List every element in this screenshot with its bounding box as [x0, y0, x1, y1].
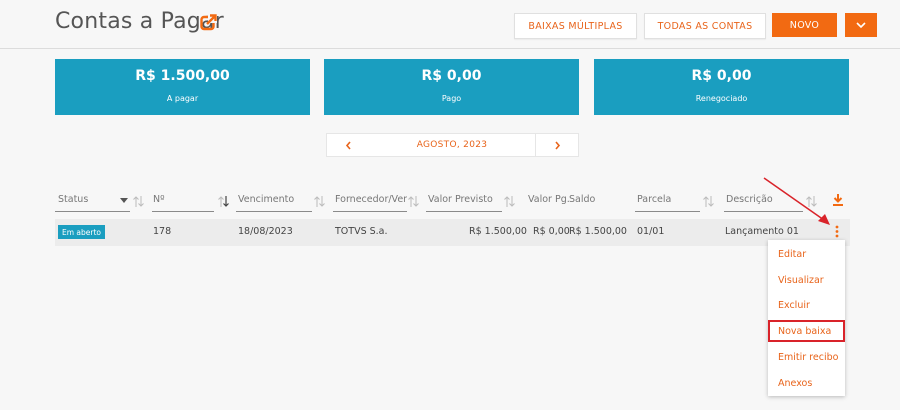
- column-header-vencimento[interactable]: Vencimento: [238, 194, 294, 205]
- sort-icon[interactable]: [503, 195, 516, 208]
- summary-label: Renegociado: [695, 94, 748, 103]
- column-header-valor-previsto[interactable]: Valor Previsto: [428, 194, 493, 205]
- sort-icon[interactable]: [702, 195, 715, 208]
- column-header-valor-pago[interactable]: Valor Pg.: [528, 194, 570, 205]
- summary-amount: R$ 1.500,00: [135, 68, 230, 84]
- cell-valor-previsto: R$ 1.500,00: [469, 226, 527, 237]
- summary-label: Pago: [441, 94, 462, 103]
- column-header-fornecedor[interactable]: Fornecedor/Vendedor: [335, 194, 407, 205]
- annotation-arrow: [763, 177, 830, 225]
- column-filter-underline: [236, 211, 312, 212]
- column-filter-underline: [426, 211, 502, 212]
- column-filter-underline: [333, 211, 407, 212]
- summary-label: A pagar: [166, 94, 199, 103]
- summary-amount: R$ 0,00: [691, 68, 752, 84]
- status-badge: Em aberto: [58, 225, 106, 239]
- chevron-down-icon: [856, 21, 866, 28]
- sort-icon[interactable]: [407, 195, 420, 208]
- column-filter-underline: [635, 211, 700, 212]
- sort-icon[interactable]: [313, 195, 326, 208]
- baixas-multiplas-button[interactable]: BAIXAS MÚLTIPLAS: [514, 13, 637, 39]
- sort-descending-icon[interactable]: [217, 195, 230, 208]
- todas-contas-button[interactable]: TODAS AS CONTAS: [644, 13, 766, 39]
- sort-icon[interactable]: [132, 195, 145, 208]
- column-header-numero[interactable]: Nº: [153, 194, 165, 205]
- row-actions-menu: [768, 240, 845, 396]
- cell-valor-pago: R$ 0,00: [533, 226, 570, 237]
- novo-button[interactable]: NOVO: [772, 13, 837, 37]
- previous-month-button[interactable]: [326, 133, 370, 157]
- status-filter-underline: [55, 211, 130, 212]
- cell-parcela: 01/01: [637, 226, 665, 237]
- column-header-status[interactable]: Status: [58, 194, 118, 205]
- menu-item-editar[interactable]: Editar: [778, 249, 806, 260]
- menu-item-visualizar[interactable]: Visualizar: [778, 275, 824, 286]
- column-filter-underline: [152, 211, 214, 212]
- summary-card-renegociado: R$ 0,00 Renegociado: [594, 59, 849, 115]
- menu-item-nova-baixa[interactable]: Nova baixa: [778, 326, 831, 337]
- next-month-button[interactable]: [535, 133, 579, 157]
- summary-card-pago: R$ 0,00 Pago: [324, 59, 579, 115]
- cell-vencimento: 18/08/2023: [238, 226, 293, 237]
- novo-dropdown-button[interactable]: [845, 13, 877, 37]
- external-link-icon[interactable]: [200, 14, 217, 31]
- current-period-label: AGOSTO, 2023: [369, 133, 535, 157]
- status-filter-caret-icon[interactable]: [120, 198, 128, 203]
- column-header-parcela[interactable]: Parcela: [637, 194, 671, 205]
- summary-amount: R$ 0,00: [421, 68, 482, 84]
- page-title: Contas a Pagar: [55, 9, 224, 34]
- menu-item-anexos[interactable]: Anexos: [778, 378, 812, 389]
- chevron-right-icon: [554, 140, 560, 150]
- chevron-left-icon: [345, 140, 351, 150]
- cell-numero: 178: [153, 226, 172, 237]
- menu-item-excluir[interactable]: Excluir: [778, 300, 810, 311]
- column-header-saldo[interactable]: Saldo: [569, 194, 595, 205]
- row-actions-kebab-icon[interactable]: [835, 225, 839, 238]
- cell-saldo: R$ 1.500,00: [569, 226, 627, 237]
- cell-fornecedor: TOTVS S.a.: [335, 226, 388, 237]
- summary-card-a-pagar: R$ 1.500,00 A pagar: [55, 59, 310, 115]
- menu-item-emitir-recibo[interactable]: Emitir recibo: [778, 352, 838, 363]
